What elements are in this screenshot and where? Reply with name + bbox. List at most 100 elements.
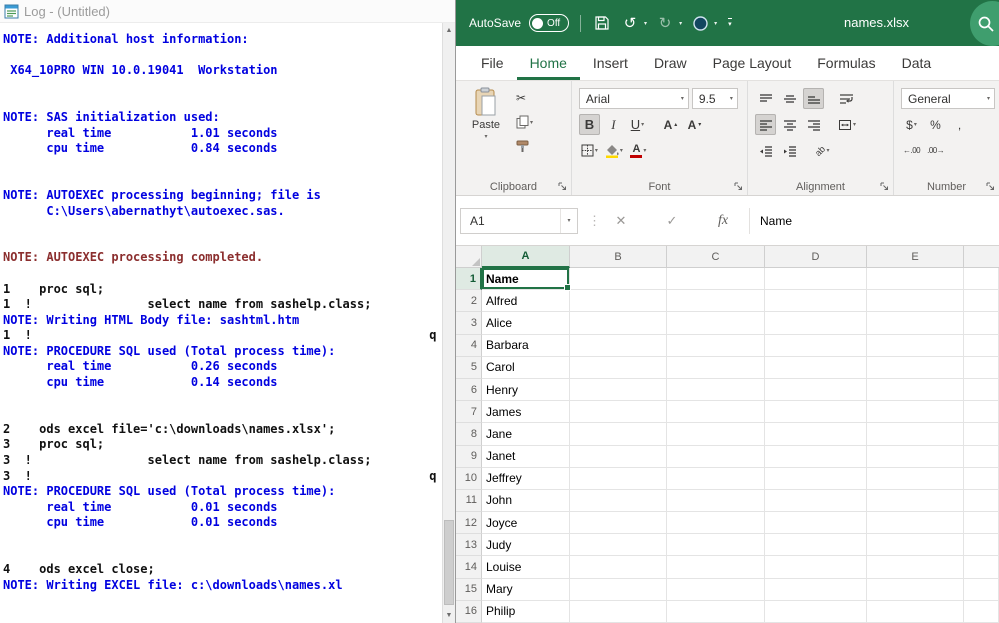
scroll-up-icon[interactable]: ▲ <box>443 23 455 38</box>
cell-F4[interactable] <box>964 335 999 357</box>
row-header-15[interactable]: 15 <box>456 579 482 601</box>
cell-A4[interactable]: Barbara <box>482 335 570 357</box>
cell-A5[interactable]: Carol <box>482 357 570 379</box>
row-header-16[interactable]: 16 <box>456 601 482 623</box>
row-header-12[interactable]: 12 <box>456 512 482 534</box>
wrap-text-button[interactable] <box>836 88 857 109</box>
addin-chevron-icon[interactable]: ▾ <box>714 20 717 27</box>
autosave-toggle[interactable]: Off <box>529 14 569 32</box>
cell-B13[interactable] <box>570 534 667 556</box>
cell-E6[interactable] <box>867 379 964 401</box>
cell-D4[interactable] <box>765 335 867 357</box>
customize-quick-access-icon[interactable]: ▾ <box>728 18 732 28</box>
cell-F16[interactable] <box>964 601 999 623</box>
column-header-B[interactable]: B <box>570 246 667 268</box>
increase-decimal-button[interactable]: ←.00 <box>901 140 922 161</box>
font-dialog-launcher[interactable] <box>733 181 744 192</box>
ribbon-tab-page-layout[interactable]: Page Layout <box>700 46 805 80</box>
sas-log-titlebar[interactable]: Log - (Untitled) <box>0 0 455 23</box>
font-name-select[interactable]: Arial▾ <box>579 88 689 109</box>
ribbon-tab-insert[interactable]: Insert <box>580 46 641 80</box>
cell-B6[interactable] <box>570 379 667 401</box>
alignment-dialog-launcher[interactable] <box>879 181 890 192</box>
cell-F1[interactable] <box>964 268 999 290</box>
scroll-down-icon[interactable]: ▼ <box>443 608 455 623</box>
name-box[interactable]: A1▾ <box>460 208 578 234</box>
formula-bar-input[interactable]: Name <box>760 214 792 228</box>
row-header-14[interactable]: 14 <box>456 556 482 578</box>
italic-button[interactable]: I <box>603 114 624 135</box>
cell-C3[interactable] <box>667 312 765 334</box>
font-size-select[interactable]: 9.5▾ <box>692 88 738 109</box>
cell-F13[interactable] <box>964 534 999 556</box>
addin-icon[interactable] <box>690 10 710 36</box>
cell-C15[interactable] <box>667 579 765 601</box>
cell-D1[interactable] <box>765 268 867 290</box>
cell-F8[interactable] <box>964 423 999 445</box>
increase-font-size-button[interactable]: A▴ <box>660 114 681 135</box>
align-middle-icon[interactable] <box>779 88 800 109</box>
cell-C11[interactable] <box>667 490 765 512</box>
cell-A7[interactable]: James <box>482 401 570 423</box>
align-top-icon[interactable] <box>755 88 776 109</box>
cell-E9[interactable] <box>867 446 964 468</box>
format-painter-button[interactable] <box>514 135 535 157</box>
copy-button[interactable]: ▾ <box>514 111 535 133</box>
ribbon-tab-file[interactable]: File <box>468 46 517 80</box>
cell-C13[interactable] <box>667 534 765 556</box>
cell-D7[interactable] <box>765 401 867 423</box>
search-button[interactable] <box>970 1 999 46</box>
cell-D3[interactable] <box>765 312 867 334</box>
row-header-1[interactable]: 1 <box>456 268 482 290</box>
cell-A1[interactable]: Name <box>482 268 570 290</box>
align-left-icon[interactable] <box>755 114 776 135</box>
cell-B15[interactable] <box>570 579 667 601</box>
cell-B4[interactable] <box>570 335 667 357</box>
row-header-2[interactable]: 2 <box>456 290 482 312</box>
cell-C7[interactable] <box>667 401 765 423</box>
cell-A9[interactable]: Janet <box>482 446 570 468</box>
cell-C12[interactable] <box>667 512 765 534</box>
cell-C2[interactable] <box>667 290 765 312</box>
decrease-indent-icon[interactable] <box>755 140 776 161</box>
cell-B14[interactable] <box>570 556 667 578</box>
cell-E7[interactable] <box>867 401 964 423</box>
cell-F2[interactable] <box>964 290 999 312</box>
cell-A10[interactable]: Jeffrey <box>482 468 570 490</box>
underline-button[interactable]: U▾ <box>627 114 648 135</box>
row-header-3[interactable]: 3 <box>456 312 482 334</box>
align-center-icon[interactable] <box>779 114 800 135</box>
cell-E12[interactable] <box>867 512 964 534</box>
clipboard-dialog-launcher[interactable] <box>557 181 568 192</box>
cell-A11[interactable]: John <box>482 490 570 512</box>
cell-C4[interactable] <box>667 335 765 357</box>
row-header-5[interactable]: 5 <box>456 357 482 379</box>
cell-C16[interactable] <box>667 601 765 623</box>
ribbon-tab-data[interactable]: Data <box>889 46 945 80</box>
cell-D12[interactable] <box>765 512 867 534</box>
increase-indent-icon[interactable] <box>779 140 800 161</box>
cell-A2[interactable]: Alfred <box>482 290 570 312</box>
undo-chevron-icon[interactable]: ▾ <box>644 20 647 27</box>
cell-B9[interactable] <box>570 446 667 468</box>
cell-E3[interactable] <box>867 312 964 334</box>
cell-E11[interactable] <box>867 490 964 512</box>
cell-E16[interactable] <box>867 601 964 623</box>
cut-button[interactable]: ✂ <box>514 87 535 109</box>
cell-C10[interactable] <box>667 468 765 490</box>
cell-C8[interactable] <box>667 423 765 445</box>
select-all-corner[interactable] <box>456 246 482 268</box>
number-dialog-launcher[interactable] <box>985 181 996 192</box>
cell-A12[interactable]: Joyce <box>482 512 570 534</box>
cell-C9[interactable] <box>667 446 765 468</box>
fill-color-button[interactable]: ▾ <box>603 140 625 161</box>
row-header-6[interactable]: 6 <box>456 379 482 401</box>
cell-D8[interactable] <box>765 423 867 445</box>
save-icon[interactable] <box>592 10 612 36</box>
row-header-10[interactable]: 10 <box>456 468 482 490</box>
font-color-button[interactable]: A ▾ <box>628 140 649 161</box>
cell-B16[interactable] <box>570 601 667 623</box>
cell-E15[interactable] <box>867 579 964 601</box>
cell-E1[interactable] <box>867 268 964 290</box>
undo-icon[interactable]: ↺ <box>620 10 640 36</box>
